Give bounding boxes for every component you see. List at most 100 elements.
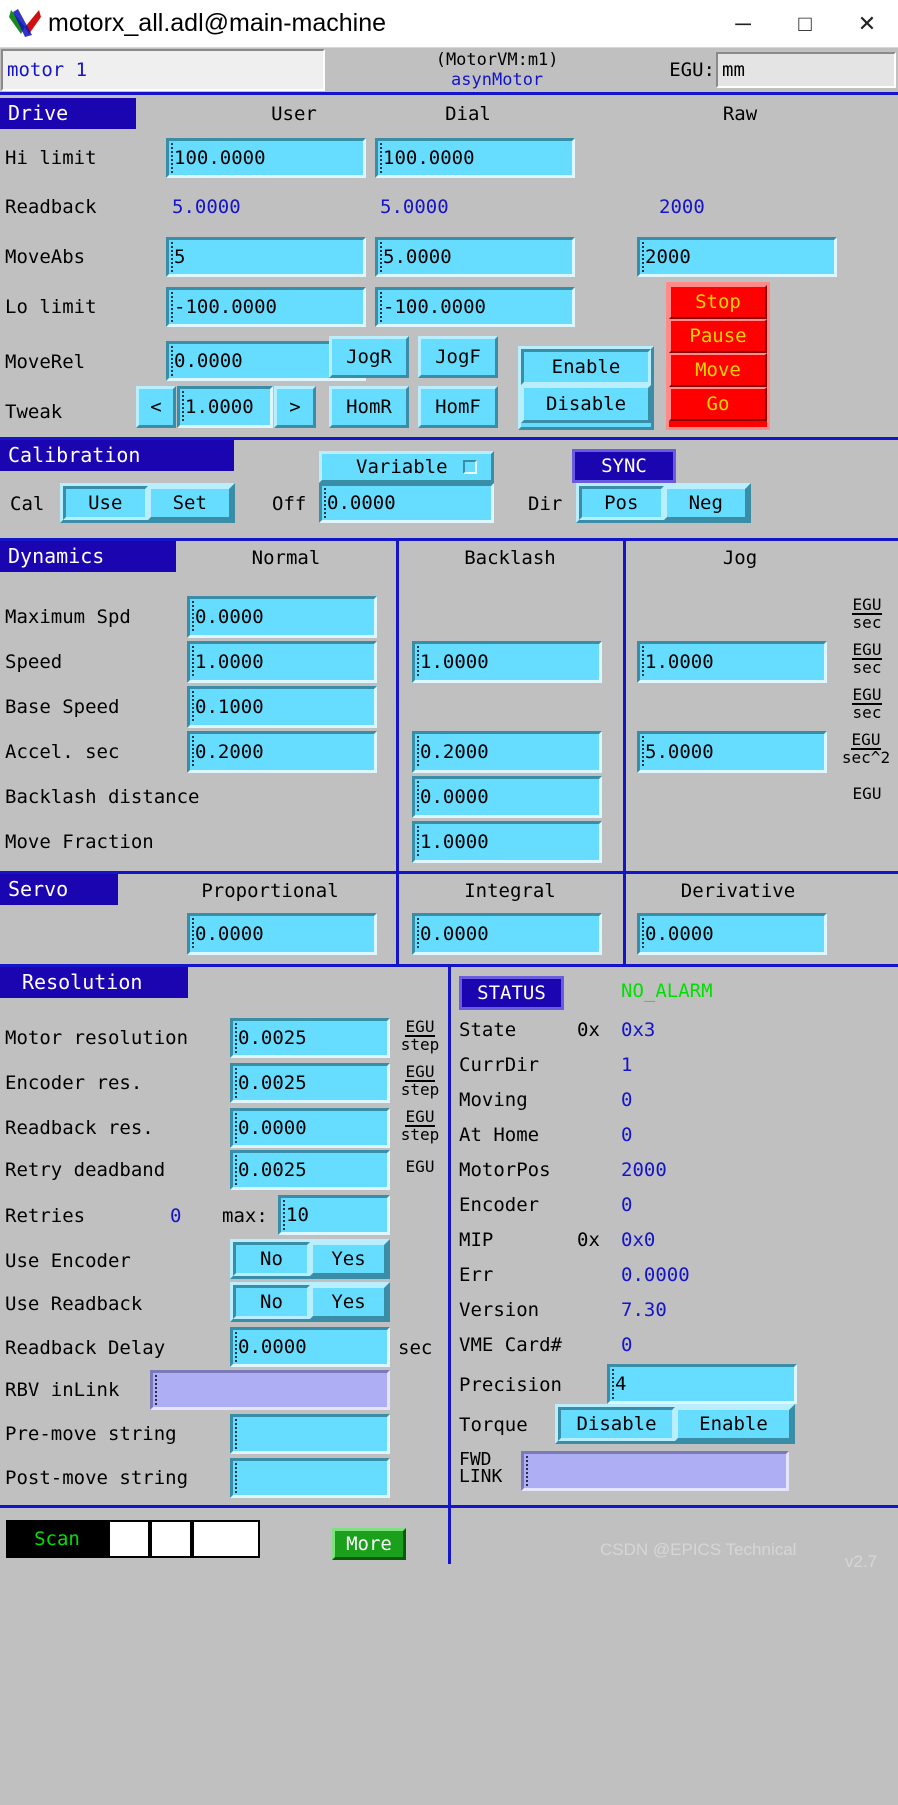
- precision-input[interactable]: 4: [607, 1364, 797, 1404]
- enable-button[interactable]: Enable: [521, 349, 651, 385]
- disable-button[interactable]: Disable: [521, 385, 651, 423]
- units-denominator: sec: [852, 658, 882, 677]
- backlash-distance-input[interactable]: 0.0000: [412, 776, 602, 818]
- scan-field-1[interactable]: [108, 1520, 150, 1558]
- close-button[interactable]: ✕: [836, 1, 898, 47]
- rbv-inlink-input[interactable]: [150, 1370, 390, 1410]
- resolution-title: Resolution: [0, 967, 188, 998]
- tweak-reverse-button[interactable]: <: [136, 386, 176, 428]
- retries-max-input[interactable]: 10: [278, 1195, 390, 1235]
- postmove-string-input[interactable]: [230, 1458, 390, 1498]
- premove-string-input[interactable]: [230, 1414, 390, 1454]
- calibration-title: Calibration: [0, 440, 234, 471]
- home-forward-button[interactable]: HomF: [418, 386, 498, 428]
- moveabs-user-input[interactable]: 5: [166, 237, 366, 277]
- row-label-moverel: MoveRel: [5, 351, 86, 373]
- scan-field-3[interactable]: [192, 1520, 260, 1558]
- status-label-encoder: Encoder: [459, 1194, 540, 1216]
- row-label-premove-string: Pre-move string: [5, 1423, 177, 1445]
- more-button[interactable]: More: [332, 1528, 406, 1560]
- stop-button[interactable]: Stop: [669, 285, 767, 319]
- use-readback-group: No Yes: [230, 1282, 390, 1322]
- egu-input[interactable]: mm: [716, 52, 896, 88]
- pause-button[interactable]: Pause: [669, 319, 767, 353]
- motor-resolution-input[interactable]: 0.0025: [230, 1018, 390, 1058]
- lo-limit-dial-input[interactable]: -100.0000: [375, 287, 575, 327]
- cal-use-button[interactable]: Use: [63, 486, 148, 520]
- status-value-encoder: 0: [621, 1194, 633, 1216]
- minimize-button[interactable]: ─: [712, 1, 774, 47]
- scan-field-2[interactable]: [150, 1520, 192, 1558]
- moveabs-raw-input[interactable]: 2000: [637, 237, 837, 277]
- speed-jog-input[interactable]: 1.0000: [637, 641, 827, 683]
- readback-res-input[interactable]: 0.0000: [230, 1108, 390, 1148]
- hi-limit-user-input[interactable]: 100.0000: [166, 138, 366, 178]
- units-base-speed: EGU sec: [838, 687, 896, 721]
- move-button[interactable]: Move: [669, 353, 767, 387]
- jog-forward-button[interactable]: JogF: [418, 336, 498, 378]
- base-speed-normal-input[interactable]: 0.1000: [187, 686, 377, 728]
- move-fraction-input[interactable]: 1.0000: [412, 821, 602, 863]
- status-value-err: 0.0000: [621, 1264, 690, 1286]
- moveabs-dial-input[interactable]: 5.0000: [375, 237, 575, 277]
- readback-delay-units: sec: [398, 1337, 433, 1359]
- row-label-maximum-spd: Maximum Spd: [5, 606, 131, 628]
- accel-normal-input[interactable]: 0.2000: [187, 731, 377, 773]
- set-mode-menu[interactable]: Variable: [319, 451, 494, 483]
- dir-neg-button[interactable]: Neg: [663, 486, 748, 520]
- offset-input[interactable]: 0.0000: [319, 483, 494, 523]
- status-label-currdir: CurrDir: [459, 1054, 540, 1076]
- lo-limit-user-input[interactable]: -100.0000: [166, 287, 366, 327]
- status-value-state: 0x3: [621, 1019, 656, 1041]
- units-maximum-spd: EGU sec: [838, 597, 896, 631]
- accel-backlash-input[interactable]: 0.2000: [412, 731, 602, 773]
- status-value-vme-card: 0: [621, 1334, 633, 1356]
- units-motor-resolution: EGU step: [394, 1019, 446, 1053]
- home-reverse-button[interactable]: HomR: [329, 386, 409, 428]
- tweak-forward-button[interactable]: >: [274, 386, 316, 428]
- servo-proportional-input[interactable]: 0.0000: [187, 913, 377, 955]
- dynamics-title: Dynamics: [0, 541, 176, 572]
- motion-command-group: Stop Pause Move Go: [666, 282, 770, 430]
- servo-integral-input[interactable]: 0.0000: [412, 913, 602, 955]
- cal-set-button[interactable]: Set: [147, 486, 232, 520]
- sync-button[interactable]: SYNC: [572, 449, 676, 483]
- units-accel: EGU sec^2: [834, 732, 898, 766]
- row-label-encoder-res: Encoder res.: [5, 1072, 143, 1094]
- fwd-link-input[interactable]: [521, 1451, 789, 1491]
- calibration-section: Calibration Cal Use Set Off Variable 0.0…: [0, 440, 898, 535]
- torque-disable-button[interactable]: Disable: [558, 1407, 675, 1441]
- maximize-button[interactable]: □: [774, 1, 836, 47]
- speed-normal-input[interactable]: 1.0000: [187, 641, 377, 683]
- readback-delay-input[interactable]: 0.0000: [230, 1327, 390, 1367]
- alarm-status: NO_ALARM: [621, 980, 713, 1002]
- servo-derivative-input[interactable]: 0.0000: [637, 913, 827, 955]
- accel-jog-input[interactable]: 5.0000: [637, 731, 827, 773]
- use-readback-yes-button[interactable]: Yes: [310, 1285, 387, 1319]
- status-label-version: Version: [459, 1299, 540, 1321]
- use-encoder-no-button[interactable]: No: [233, 1242, 310, 1276]
- torque-enable-button[interactable]: Enable: [675, 1407, 792, 1441]
- tweak-value-input[interactable]: 1.0000: [177, 386, 273, 428]
- retries-max-label: max:: [222, 1205, 268, 1227]
- pv-name-block: (MotorVM:m1) asynMotor: [325, 48, 669, 92]
- retry-deadband-input[interactable]: 0.0025: [230, 1150, 390, 1190]
- jog-reverse-button[interactable]: JogR: [329, 336, 409, 378]
- maximum-spd-normal-input[interactable]: 0.0000: [187, 596, 377, 638]
- units-denominator: step: [400, 1035, 440, 1054]
- row-label-readback: Readback: [5, 196, 97, 218]
- status-value-version: 7.30: [621, 1299, 667, 1321]
- status-value-motorpos: 2000: [621, 1159, 667, 1181]
- use-encoder-yes-button[interactable]: Yes: [310, 1242, 387, 1276]
- drive-section: Drive User Dial Raw Hi limit 100.0000 10…: [0, 98, 898, 438]
- status-title-button[interactable]: STATUS: [459, 976, 564, 1010]
- units-retry-deadband: EGU: [394, 1159, 446, 1175]
- encoder-res-input[interactable]: 0.0025: [230, 1063, 390, 1103]
- description-field[interactable]: motor 1: [1, 49, 325, 91]
- use-readback-no-button[interactable]: No: [233, 1285, 310, 1319]
- hi-limit-dial-input[interactable]: 100.0000: [375, 138, 575, 178]
- go-button[interactable]: Go: [669, 387, 767, 421]
- dir-pos-button[interactable]: Pos: [579, 486, 664, 520]
- speed-backlash-input[interactable]: 1.0000: [412, 641, 602, 683]
- units-denominator: EGU: [852, 784, 882, 803]
